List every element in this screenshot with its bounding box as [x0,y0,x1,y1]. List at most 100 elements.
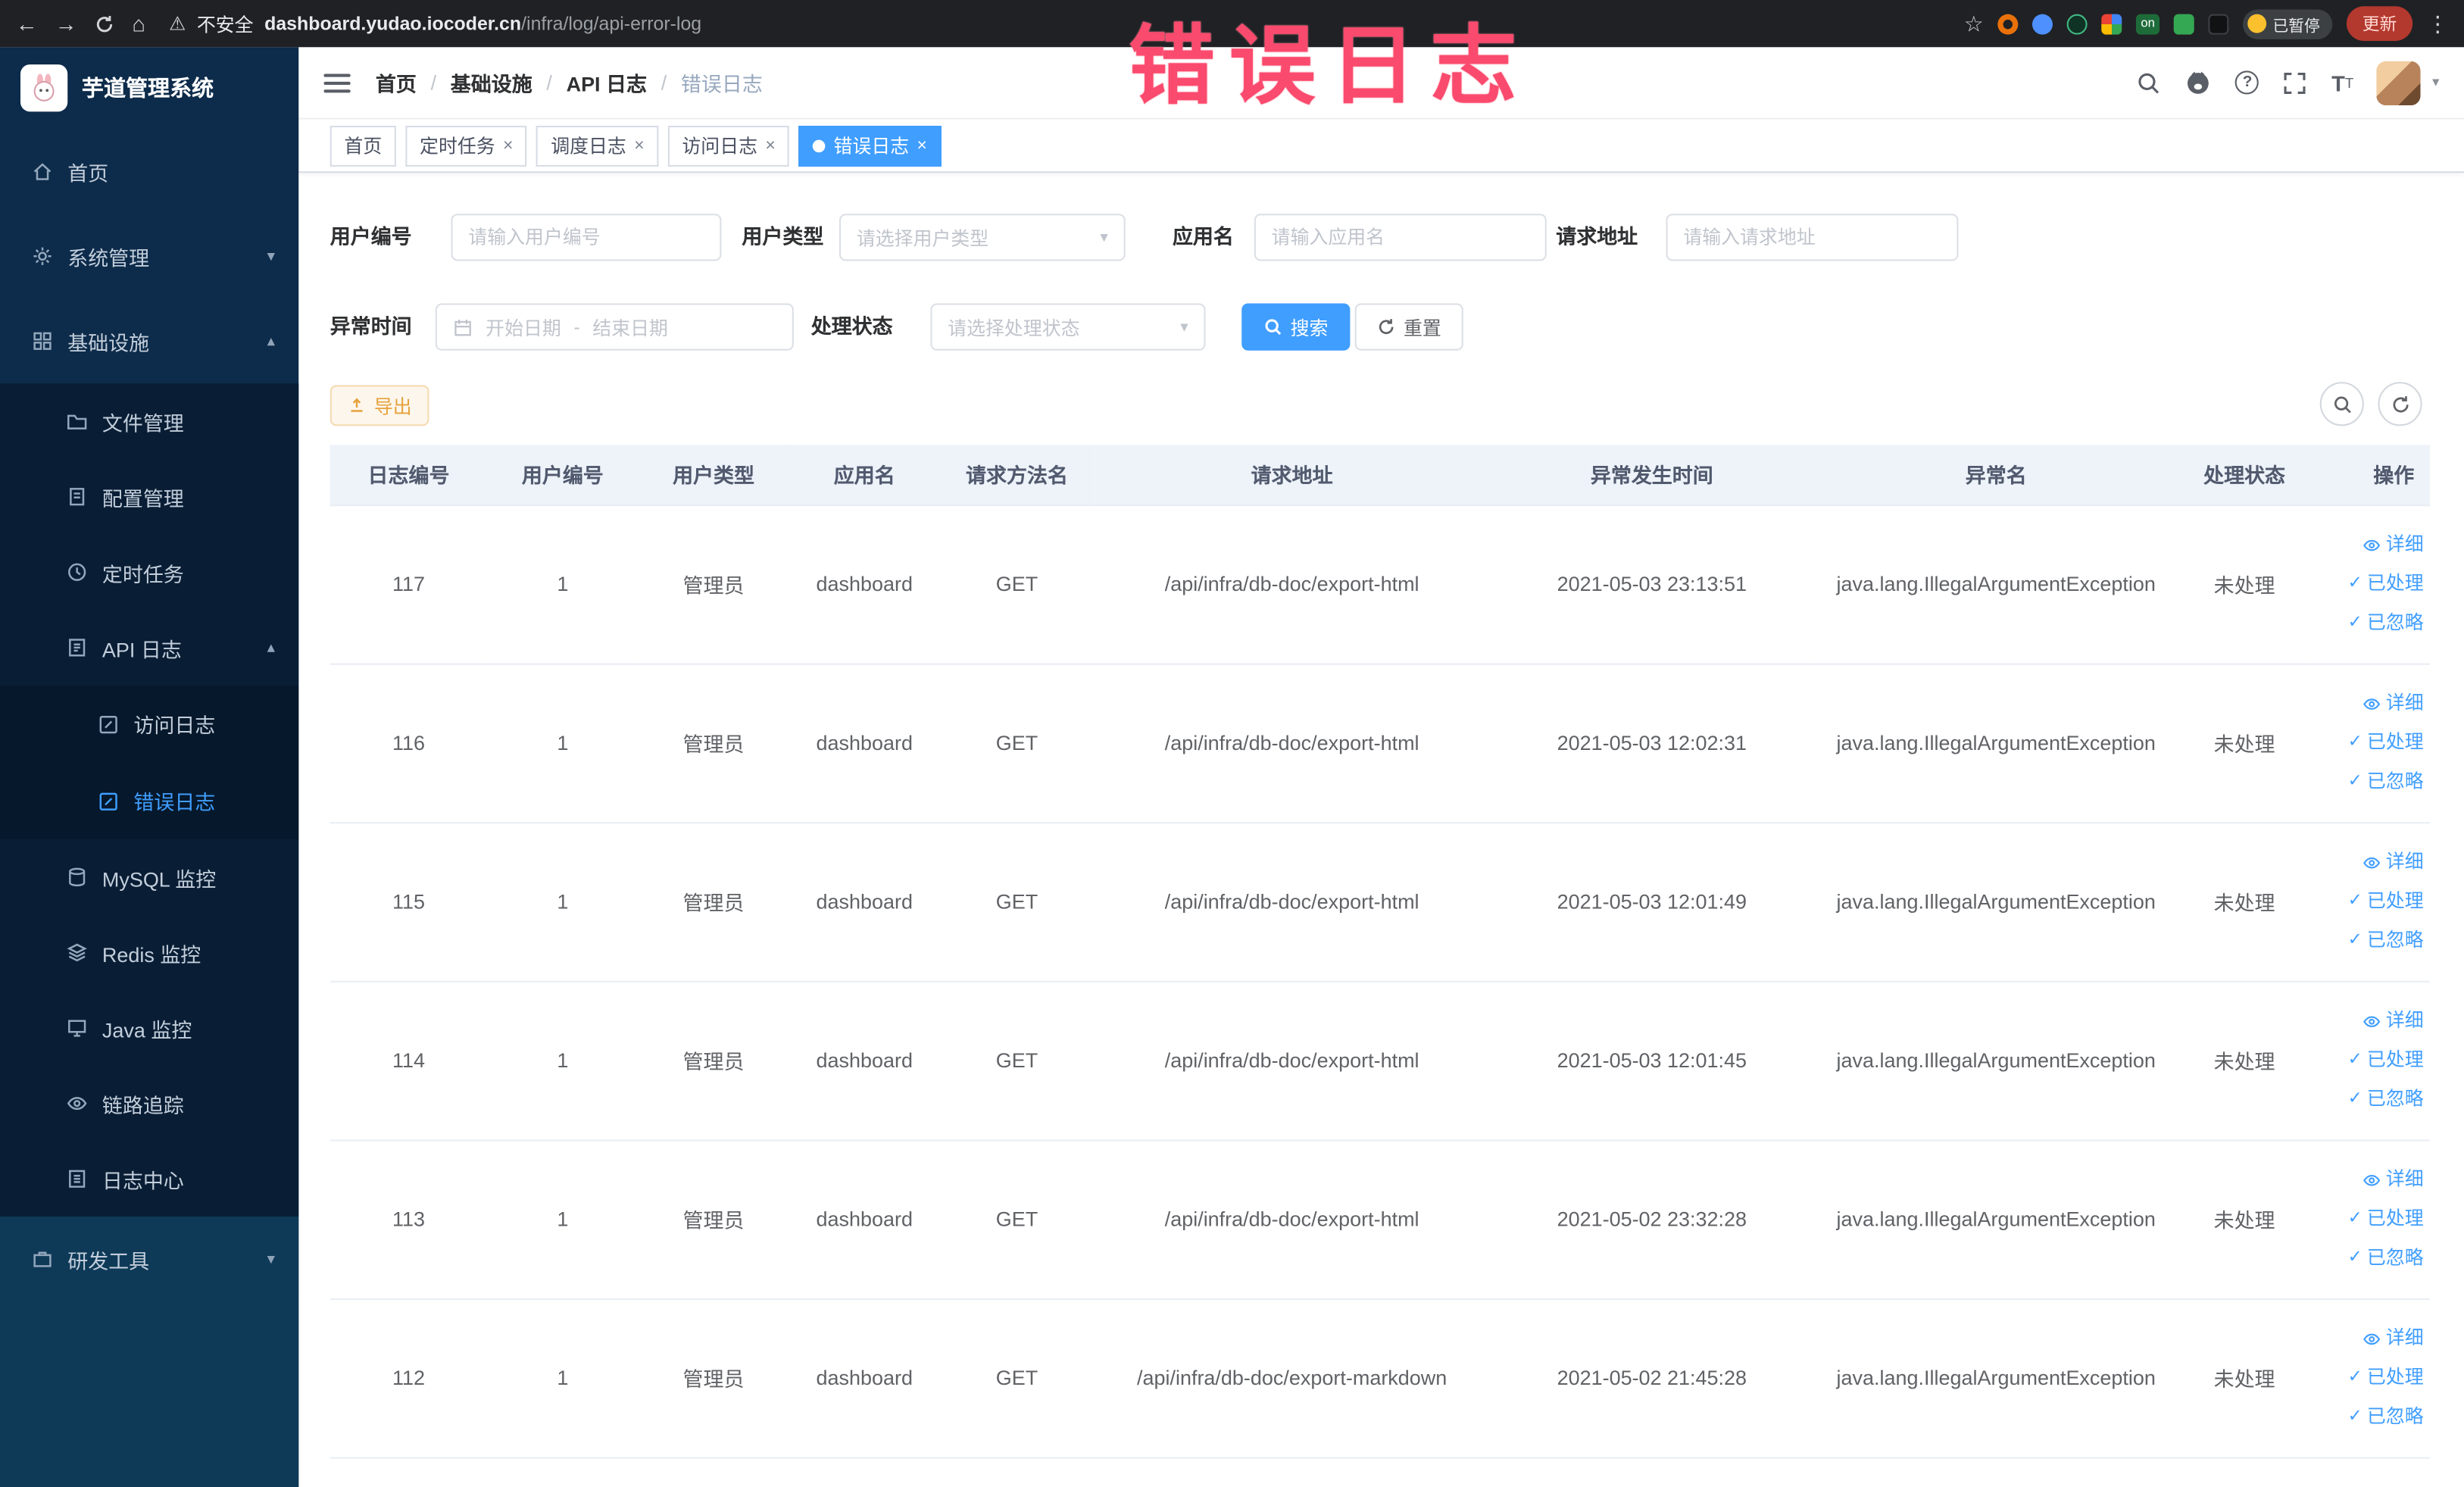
browser-update-button[interactable]: 更新 [2346,6,2413,41]
detail-link[interactable]: 详细 [2317,842,2424,882]
tab-access-log[interactable]: 访问日志 × [667,124,790,166]
breadcrumb-home[interactable]: 首页 [376,67,417,97]
close-icon[interactable]: × [634,136,644,155]
pen-square-icon [99,792,117,810]
extension-green-icon[interactable] [2173,13,2194,34]
mark-processed-link[interactable]: ✓ 已处理 [2317,1041,2424,1080]
sidebar-item-scheduled-tasks[interactable]: 定时任务 [0,534,299,611]
github-icon[interactable] [2185,69,2212,95]
breadcrumb-api-logs[interactable]: API 日志 [567,67,647,97]
bookmark-star-icon[interactable]: ☆ [1964,13,1984,35]
sidebar-item-dev-tools[interactable]: 研发工具 ▾ [0,1217,299,1302]
log-id-cell: 117 [329,505,488,664]
tab-label: 定时任务 [420,135,495,158]
sidebar-item-file-management[interactable]: 文件管理 [0,383,299,459]
extension-grid-icon[interactable] [2101,13,2122,34]
exception-time-cell: 2021-05-03 23:13:51 [1490,505,1814,664]
breadcrumb-infra[interactable]: 基础设施 [451,67,532,97]
tab-error-log[interactable]: 错误日志 × [798,124,942,166]
tags-view-bar: 首页 定时任务 × 调度日志 × 访问日志 × 错误日志 × [298,119,2464,173]
export-button-label: 导出 [373,395,412,417]
user-id-input[interactable] [451,214,722,261]
error-log-table: 日志编号 用户编号 用户类型 应用名 请求方法名 请求地址 异常发生时间 异常名… [329,445,2430,1458]
app-name-input[interactable] [1254,214,1547,261]
search-button[interactable]: 搜索 [1241,303,1351,351]
actions-cell: 详细 ✓ 已处理 ✓ 已忽略 [2310,1298,2430,1458]
close-icon[interactable]: × [765,136,775,155]
sidebar-item-home[interactable]: 首页 [0,129,298,214]
sidebar-item-log-center[interactable]: 日志中心 [0,1141,299,1217]
close-icon[interactable]: × [917,136,927,155]
check-icon: ✓ [2347,732,2363,751]
user-id-cell: 1 [487,505,639,664]
refresh-button[interactable] [2378,382,2422,426]
mark-ignored-link[interactable]: ✓ 已忽略 [2317,762,2424,801]
mark-ignored-link[interactable]: ✓ 已忽略 [2317,604,2424,643]
browser-home-icon[interactable]: ⌂ [132,13,145,35]
sidebar-item-api-logs[interactable]: API 日志 ▴ [0,610,299,686]
sidebar-item-error-log[interactable]: 错误日志 [0,762,299,840]
tab-scheduled-tasks[interactable]: 定时任务 × [405,124,528,166]
mark-processed-link[interactable]: ✓ 已处理 [2317,1199,2424,1239]
detail-link[interactable]: 详细 [2317,1001,2424,1041]
export-button[interactable]: 导出 [329,385,429,426]
exception-time-range-picker[interactable]: 开始日期 - 结束日期 [435,303,794,351]
browser-forward-icon[interactable]: → [55,13,77,35]
paused-badge[interactable]: 已暂停 [2243,8,2333,39]
detail-link[interactable]: 详细 [2317,1160,2424,1199]
sidebar-item-infra[interactable]: 基础设施 ▴ [0,298,298,383]
sidebar-item-config-management[interactable]: 配置管理 [0,458,299,535]
user-type-select[interactable]: 请选择用户类型 ▾ [839,214,1126,261]
mark-ignored-link[interactable]: ✓ 已忽略 [2317,1239,2424,1278]
sidebar-item-redis-monitor[interactable]: Redis 监控 [0,914,299,991]
method-cell: GET [939,1298,1095,1458]
extension-orange-icon[interactable] [1997,13,2019,34]
tab-home[interactable]: 首页 [329,124,396,166]
font-size-icon[interactable]: TT [2331,70,2353,95]
app-logo-row[interactable]: 芋道管理系统 [0,47,298,129]
help-icon[interactable]: ? [2235,70,2259,95]
detail-link[interactable]: 详细 [2317,1319,2424,1358]
search-icon[interactable] [2137,70,2162,95]
exception-name-cell: java.lang.IllegalArgumentException [1813,980,2178,1141]
request-url-label: 请求地址 [1556,224,1638,248]
page-root: ← → ⌂ ⚠ 不安全 dashboard.yudao.iocoder.cn/i… [0,0,2464,1487]
avatar[interactable] [2377,60,2422,105]
mark-processed-link[interactable]: ✓ 已处理 [2317,723,2424,763]
sidebar-item-java-monitor[interactable]: Java 监控 [0,990,299,1066]
mark-processed-link[interactable]: ✓ 已处理 [2317,1358,2424,1398]
browser-menu-icon[interactable]: ⋮ [2427,13,2449,35]
process-status-select[interactable]: 请选择处理状态 ▾ [930,303,1206,351]
reset-button[interactable]: 重置 [1354,303,1463,351]
sidebar-item-access-log[interactable]: 访问日志 [0,685,299,763]
hamburger-icon[interactable] [323,73,351,92]
browser-back-icon[interactable]: ← [16,13,38,35]
check-icon: ✓ [2347,1050,2363,1069]
mark-ignored-link[interactable]: ✓ 已忽略 [2317,1398,2424,1437]
search-toggle-button[interactable] [2319,382,2364,426]
extension-tampermonkey-icon[interactable] [2208,13,2229,34]
tab-schedule-log[interactable]: 调度日志 × [536,124,659,166]
mark-ignored-link[interactable]: ✓ 已忽略 [2317,921,2424,961]
mark-processed-link[interactable]: ✓ 已处理 [2317,882,2424,921]
mark-ignored-link[interactable]: ✓ 已忽略 [2317,1080,2424,1120]
address-bar[interactable]: ⚠ 不安全 dashboard.yudao.iocoder.cn/infra/l… [169,10,1947,36]
sidebar-item-mysql-monitor[interactable]: MySQL 监控 [0,839,299,915]
detail-link[interactable]: 详细 [2317,525,2424,564]
extension-blue-icon[interactable] [2032,13,2053,34]
extension-on-badge[interactable]: on [2136,13,2160,34]
exception-time-cell: 2021-05-03 12:02:31 [1490,663,1814,823]
detail-link[interactable]: 详细 [2317,684,2424,723]
close-icon[interactable]: × [503,136,513,155]
mark-processed-link[interactable]: ✓ 已处理 [2317,564,2424,604]
sidebar-item-system[interactable]: 系统管理 ▾ [0,214,298,298]
download-icon [351,398,363,412]
browser-reload-icon[interactable] [95,14,115,34]
sidebar-item-link-tracing[interactable]: 链路追踪 [0,1065,299,1142]
extension-vue-icon[interactable] [2066,13,2088,34]
fullscreen-icon[interactable] [2283,70,2308,95]
avatar-caret-icon[interactable]: ▾ [2432,74,2439,92]
col-exception-time: 异常发生时间 [1490,445,1814,506]
request-url-input[interactable] [1666,214,1959,261]
app-name-cell: dashboard [789,505,940,664]
